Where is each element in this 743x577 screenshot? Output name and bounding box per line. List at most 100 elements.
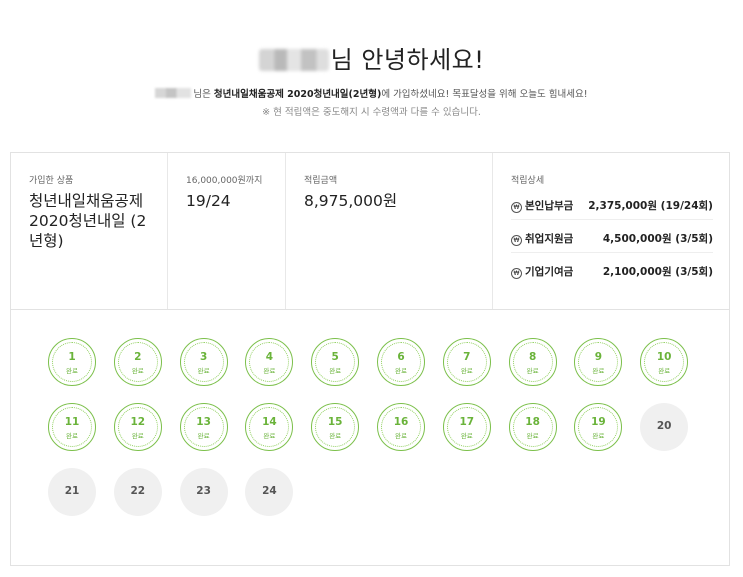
savings-card: 가입한 상품 청년내일채움공제 2020청년내일 (2년형) 16,000,00… <box>10 152 730 566</box>
payment-number: 17 <box>459 416 475 428</box>
blurred-user-name <box>258 49 329 71</box>
payment-number: 13 <box>196 416 211 428</box>
payment-status: 완료 <box>131 367 144 375</box>
payment-status: 완료 <box>460 367 473 375</box>
payment-circle: 16 완료 <box>377 403 425 451</box>
payment-number: 7 <box>463 351 471 363</box>
payment-status: 완료 <box>658 367 671 375</box>
payment-number: 6 <box>397 351 405 363</box>
payment-circle: 2 완료 <box>113 338 162 386</box>
detail-row-label: 취업지원금 <box>525 233 574 245</box>
payment-circle: 24 <box>245 468 294 516</box>
payment-status: 완료 <box>329 367 342 375</box>
payment-number: 18 <box>525 416 540 428</box>
greeting-text: 님 안녕하세요! <box>330 46 485 74</box>
count-column: 16,000,000원까지 19/24 <box>168 153 286 309</box>
payment-number: 4 <box>265 351 274 363</box>
amount-value: 8,975,000원 <box>304 192 398 210</box>
amount-label: 적립금액 <box>304 176 338 186</box>
count-value: 19/24 <box>186 192 231 210</box>
detail-label: 적립상세 <box>511 176 545 186</box>
detail-column: 적립상세 ₩ 본인납부금 2,375,000원 (19/24회) ₩ 취업지원금 4… <box>493 153 729 309</box>
detail-row-label: 기업기여금 <box>525 266 574 278</box>
subtitle-note: ※ 현 적립액은 중도해지 시 수령액과 다를 수 있습니다. <box>262 107 481 118</box>
payment-number: 23 <box>196 485 211 497</box>
summary-panel: 가입한 상품 청년내일채움공제 2020청년내일 (2년형) 16,000,00… <box>11 153 729 310</box>
payment-circle: 11 완료 <box>48 403 96 451</box>
payment-progress-grid: 1 완료 2 완료 3 완료 4 완료 5 완료 6 완료 7 완료 8 완료 9 완료 10 완료 11 완료 12 완료 1… <box>48 338 708 538</box>
payment-status: 완료 <box>526 367 539 375</box>
payment-circle: 20 <box>640 403 689 451</box>
payment-circle: 1 완료 <box>48 338 96 386</box>
payment-circle: 15 완료 <box>311 403 360 451</box>
payment-circle: 5 완료 <box>311 338 360 386</box>
payment-status: 완료 <box>263 367 276 375</box>
product-column: 가입한 상품 청년내일채움공제 2020청년내일 (2년형) <box>11 153 168 309</box>
count-label: 16,000,000원까지 <box>186 176 263 186</box>
won-circle-icon: ₩ <box>511 202 522 213</box>
payment-status: 완료 <box>329 432 342 440</box>
payment-circle: 6 완료 <box>377 338 425 386</box>
subtitle-line: 님은 청년내일채움공제 2020청년내일(2년형)에 가입하셨네요! 목표달성을… <box>0 86 743 100</box>
payment-circle: 14 완료 <box>245 403 294 451</box>
payment-number: 8 <box>528 351 537 363</box>
payment-number: 21 <box>64 485 80 497</box>
detail-row-value: 2,100,000원 (3/5회) <box>602 266 713 278</box>
detail-row-value: 2,375,000원 (19/24회) <box>588 200 713 212</box>
payment-status: 완료 <box>526 432 539 440</box>
payment-circle: 12 완료 <box>113 403 162 451</box>
payment-status: 완료 <box>395 367 407 375</box>
payment-number: 9 <box>594 351 603 363</box>
payment-circle: 21 <box>48 468 96 516</box>
payment-status: 완료 <box>592 367 605 375</box>
payment-circle: 22 <box>113 468 162 516</box>
subtitle-part1: 님은 <box>193 89 214 100</box>
subtitle-part2: 에 가입하셨네요! 목표달성을 위해 오늘도 힘내세요! <box>381 89 588 100</box>
payment-number: 20 <box>656 420 672 432</box>
payment-circle: 4 완료 <box>245 338 294 386</box>
payment-status: 완료 <box>66 432 78 440</box>
payment-circle: 18 완료 <box>508 403 557 451</box>
won-circle-icon: ₩ <box>511 268 522 279</box>
product-value: 청년내일채움공제 2020청년내일 (2년형) <box>29 192 147 250</box>
payment-number: 24 <box>262 485 277 497</box>
greeting-title: 님 안녕하세요! <box>0 40 743 75</box>
payment-number: 19 <box>591 416 606 428</box>
payment-number: 12 <box>130 416 146 428</box>
payment-number: 5 <box>331 351 339 363</box>
payment-status: 완료 <box>395 432 407 440</box>
detail-row: ₩ 취업지원금 4,500,000원 (3/5회) <box>511 226 713 253</box>
detail-row-label: 본인납부금 <box>525 200 574 212</box>
payment-circle: 17 완료 <box>442 403 491 451</box>
detail-row: ₩ 본인납부금 2,375,000원 (19/24회) <box>511 193 713 220</box>
detail-row-value: 4,500,000원 (3/5회) <box>602 233 713 245</box>
detail-row: ₩ 기업기여금 2,100,000원 (3/5회) <box>511 259 713 285</box>
payment-number: 15 <box>327 416 343 428</box>
payment-number: 14 <box>262 416 277 428</box>
payment-number: 2 <box>134 351 142 363</box>
payment-number: 16 <box>393 416 409 428</box>
payment-number: 11 <box>64 416 80 428</box>
product-label: 가입한 상품 <box>29 176 74 186</box>
payment-circle: 3 완료 <box>179 338 228 386</box>
payment-circle: 8 완료 <box>508 338 557 386</box>
payment-number: 1 <box>68 351 76 363</box>
payment-status: 완료 <box>197 432 210 440</box>
payment-circle: 10 완료 <box>640 338 689 386</box>
won-circle-icon: ₩ <box>511 235 522 246</box>
payment-status: 완료 <box>197 367 210 375</box>
payment-status: 완료 <box>263 432 276 440</box>
payment-circle: 23 <box>179 468 228 516</box>
payment-circle: 9 완료 <box>574 338 623 386</box>
payment-number: 10 <box>656 351 672 363</box>
payment-status: 완료 <box>592 432 605 440</box>
amount-column: 적립금액 8,975,000원 <box>286 153 493 309</box>
blurred-user-name-small <box>155 88 192 98</box>
payment-circle: 13 완료 <box>179 403 228 451</box>
payment-circle: 19 완료 <box>574 403 623 451</box>
payment-number: 3 <box>199 351 208 363</box>
subtitle-product: 청년내일채움공제 2020청년내일(2년형) <box>213 89 382 100</box>
payment-number: 22 <box>130 485 146 497</box>
payment-status: 완료 <box>66 367 78 375</box>
payment-circle: 7 완료 <box>442 338 491 386</box>
